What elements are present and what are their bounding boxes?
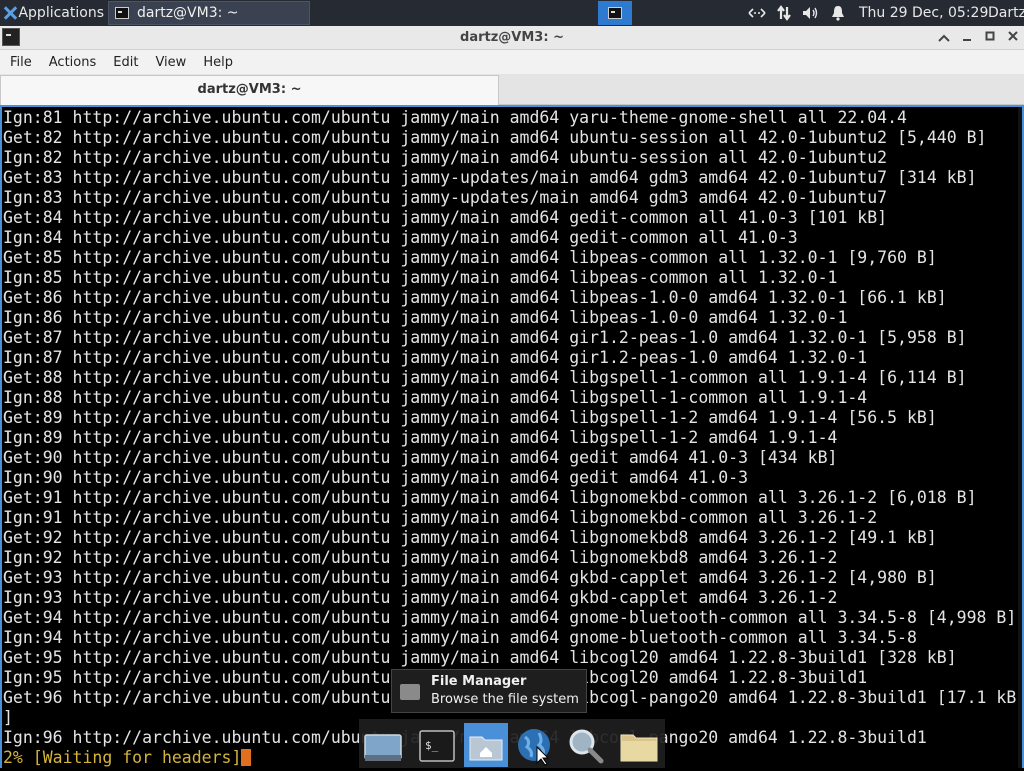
dock-search[interactable] <box>563 723 607 767</box>
tab-terminal[interactable]: dartz@VM3: ~ <box>0 75 499 105</box>
terminal-line: Ign:94 http://archive.ubuntu.com/ubuntu … <box>3 628 917 647</box>
terminal-line: Get:94 http://archive.ubuntu.com/ubuntu … <box>3 608 1017 627</box>
taskbar-window-button[interactable]: dartz@VM3: ~ <box>108 1 310 25</box>
terminal-line: Ign:81 http://archive.ubuntu.com/ubuntu … <box>3 108 907 127</box>
speaker-icon[interactable] <box>802 5 820 21</box>
dock: $_ <box>359 719 665 768</box>
folder-icon <box>620 734 658 762</box>
clock[interactable]: Thu 29 Dec, 05:29 <box>859 0 988 26</box>
terminal-line: Get:88 http://archive.ubuntu.com/ubuntu … <box>3 368 967 387</box>
maximize-button[interactable] <box>981 29 999 47</box>
network-icon[interactable] <box>748 5 766 21</box>
menu-actions[interactable]: Actions <box>39 55 104 70</box>
system-tray <box>748 0 856 26</box>
applications-menu-label: Applications <box>18 5 104 21</box>
menu-file[interactable]: File <box>0 55 39 70</box>
user-menu[interactable]: Dartz <box>988 0 1024 26</box>
terminal-line: Ign:93 http://archive.ubuntu.com/ubuntu … <box>3 588 838 607</box>
svg-text:$_: $_ <box>425 739 439 752</box>
menu-edit[interactable]: Edit <box>103 55 145 70</box>
close-button[interactable] <box>1004 29 1022 47</box>
workspace-icon <box>608 7 622 19</box>
workspace-switcher-button[interactable] <box>598 1 632 25</box>
search-icon <box>569 729 604 764</box>
dock-tooltip: File Manager Browse the file system <box>391 669 587 713</box>
minimize-button[interactable] <box>958 29 976 47</box>
terminal-line: Get:82 http://archive.ubuntu.com/ubuntu … <box>3 128 987 147</box>
terminal-line: Get:95 http://archive.ubuntu.com/ubuntu … <box>3 648 957 667</box>
dock-terminal[interactable]: $_ <box>415 723 459 767</box>
terminal-line: Ign:83 http://archive.ubuntu.com/ubuntu … <box>3 188 888 207</box>
terminal-cursor <box>241 749 252 766</box>
terminal-line: Ign:85 http://archive.ubuntu.com/ubuntu … <box>3 268 838 287</box>
applications-menu-button[interactable]: Applications <box>0 0 104 26</box>
terminal-line: Ign:92 http://archive.ubuntu.com/ubuntu … <box>3 548 838 567</box>
terminal-line: Ign:86 http://archive.ubuntu.com/ubuntu … <box>3 308 848 327</box>
tooltip-subtitle: Browse the file system <box>431 692 579 707</box>
terminal-line: Ign:90 http://archive.ubuntu.com/ubuntu … <box>3 468 749 487</box>
terminal-line: Get:92 http://archive.ubuntu.com/ubuntu … <box>3 528 937 547</box>
terminal-line: Ign:89 http://archive.ubuntu.com/ubuntu … <box>3 428 838 447</box>
terminal-icon: $_ <box>419 730 455 762</box>
terminal-icon <box>115 7 129 19</box>
home-folder-icon <box>469 736 503 761</box>
terminal-line: Ign:91 http://archive.ubuntu.com/ubuntu … <box>3 508 878 527</box>
terminal-line: Ign:87 http://archive.ubuntu.com/ubuntu … <box>3 348 868 367</box>
terminal-line: Ign:88 http://archive.ubuntu.com/ubuntu … <box>3 388 868 407</box>
terminal-line: Get:89 http://archive.ubuntu.com/ubuntu … <box>3 408 937 427</box>
terminal-line: Get:91 http://archive.ubuntu.com/ubuntu … <box>3 488 977 507</box>
menubar: File Actions Edit View Help <box>0 50 1024 74</box>
terminal-line: Ign:82 http://archive.ubuntu.com/ubuntu … <box>3 148 888 167</box>
menu-view[interactable]: View <box>145 55 193 70</box>
bell-icon[interactable] <box>829 5 847 21</box>
tooltip-title: File Manager <box>431 674 527 689</box>
window-title: dartz@VM3: ~ <box>460 30 564 45</box>
updown-arrows-icon[interactable] <box>775 5 793 21</box>
terminal-line: Ign:84 http://archive.ubuntu.com/ubuntu … <box>3 228 798 247</box>
web-browser-icon <box>518 729 550 766</box>
tab-bar: dartz@VM3: ~ <box>0 74 1024 105</box>
show-desktop-icon <box>364 734 402 761</box>
terminal-line: Get:93 http://archive.ubuntu.com/ubuntu … <box>3 568 937 587</box>
dock-web-browser[interactable] <box>513 723 557 767</box>
top-panel: Applications dartz@VM3: ~ Thu 29 Dec, 05… <box>0 0 1024 26</box>
taskbar-window-label: dartz@VM3: ~ <box>137 5 239 21</box>
dock-show-desktop[interactable] <box>361 723 405 767</box>
terminal-line: Get:85 http://archive.ubuntu.com/ubuntu … <box>3 248 937 267</box>
terminal-line: Get:90 http://archive.ubuntu.com/ubuntu … <box>3 448 838 467</box>
terminal-line: Get:84 http://archive.ubuntu.com/ubuntu … <box>3 208 888 227</box>
shade-button[interactable] <box>935 29 953 47</box>
drive-icon <box>400 684 420 700</box>
menu-help[interactable]: Help <box>193 55 240 70</box>
xfce-mouse-icon <box>2 5 15 21</box>
progress-text: 2% [Waiting for headers] <box>3 748 242 767</box>
terminal-line: Get:86 http://archive.ubuntu.com/ubuntu … <box>3 288 947 307</box>
terminal-line: Get:83 http://archive.ubuntu.com/ubuntu … <box>3 168 977 187</box>
dock-home-folder[interactable] <box>464 723 508 767</box>
terminal-scrollbar[interactable] <box>1018 107 1022 768</box>
window-titlebar[interactable]: dartz@VM3: ~ <box>0 26 1024 50</box>
terminal-line: Get:87 http://archive.ubuntu.com/ubuntu … <box>3 328 967 347</box>
dock-folder[interactable] <box>617 723 661 767</box>
